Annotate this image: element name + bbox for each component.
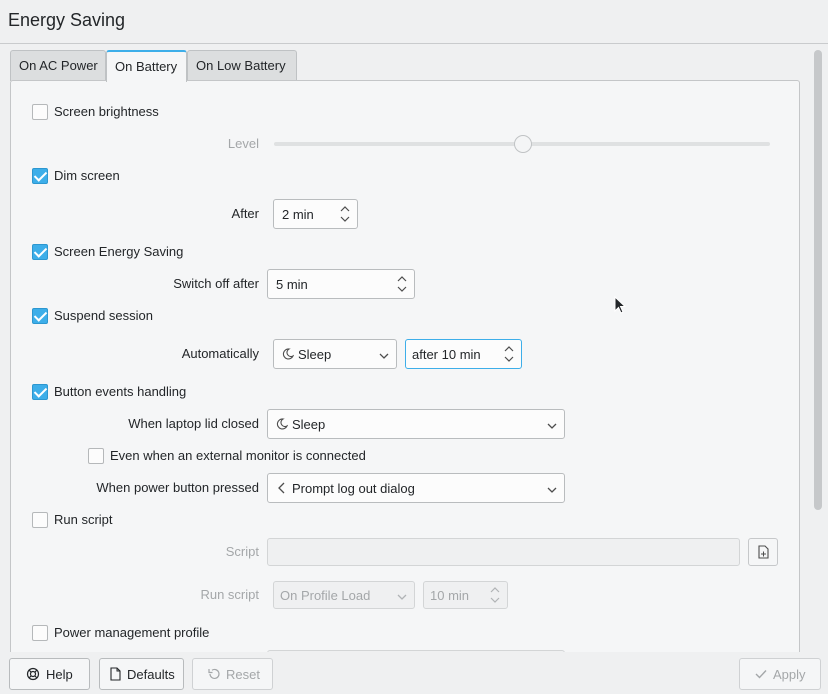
window-title: Energy Saving [8,10,126,30]
switch-off-spinbox[interactable]: 5 min [267,269,415,299]
checkmark-icon [754,667,768,681]
run-script-after-spinbox[interactable]: 10 min [423,581,508,609]
suspend-after-value: after 10 min [412,347,481,362]
sleep-icon [276,418,289,433]
screen-energy-saving-checkbox[interactable] [32,244,48,260]
defaults-button[interactable]: Defaults [99,658,184,690]
lid-closed-label: When laptop lid closed [128,416,259,431]
window-titlebar: Energy Saving [0,0,828,44]
screen-brightness-checkbox[interactable] [32,104,48,120]
suspend-action-combo[interactable]: Sleep [273,339,397,369]
help-button-label: Help [46,667,73,682]
button-events-label: Button events handling [54,384,187,399]
screen-brightness-label: Screen brightness [54,104,159,119]
dim-after-value: 2 min [282,207,314,222]
run-script-checkbox[interactable] [32,512,48,528]
sleep-icon [282,348,295,363]
apply-button[interactable]: Apply [739,658,821,690]
run-script-label: Run script [54,512,113,527]
tab-on-low-battery[interactable]: On Low Battery [187,50,297,81]
external-monitor-label: Even when an external monitor is connect… [110,448,366,463]
power-button-value: Prompt log out dialog [292,481,415,496]
script-path-input[interactable] [267,538,740,566]
suspend-session-label: Suspend session [54,308,154,323]
screen-energy-saving-label: Screen Energy Saving [54,244,184,259]
lid-closed-value: Sleep [292,417,326,432]
suspend-session-checkbox[interactable] [32,308,48,324]
undo-icon [207,667,221,681]
dim-after-label: After [231,206,259,221]
apply-button-label: Apply [773,667,806,682]
defaults-button-label: Defaults [127,667,175,682]
spin-arrows-icon[interactable] [503,344,515,364]
dim-after-spinbox[interactable]: 2 min [273,199,358,229]
vertical-scrollbar[interactable] [812,48,824,652]
open-file-button[interactable] [748,538,778,566]
tab-on-battery[interactable]: On Battery [106,50,187,82]
reset-button[interactable]: Reset [192,658,273,690]
automatically-label: Automatically [181,346,259,361]
power-button-label: When power button pressed [96,480,259,495]
suspend-after-spinbox[interactable]: after 10 min [405,339,522,369]
spin-arrows-icon[interactable] [489,585,501,605]
chevron-down-icon [378,349,390,364]
chevron-down-icon [546,419,558,434]
suspend-action-value: Sleep [298,347,332,362]
switch-off-label: Switch off after [173,276,259,291]
scrollbar-thumb[interactable] [814,50,822,510]
mouse-pointer-icon [614,295,627,319]
reset-button-label: Reset [226,667,260,682]
help-icon [26,667,40,681]
run-script-when-value: On Profile Load [280,588,371,603]
chevron-down-icon [396,590,408,605]
lid-closed-combo[interactable]: Sleep [267,409,565,439]
script-label: Script [225,544,259,559]
switch-off-value: 5 min [276,277,308,292]
power-button-combo[interactable]: Prompt log out dialog [267,473,565,503]
dim-screen-label: Dim screen [54,168,120,183]
button-events-checkbox[interactable] [32,384,48,400]
level-label: Level [227,136,259,151]
document-icon [108,667,122,681]
run-script-when-label: Run script [200,587,259,602]
tab-on-ac-power[interactable]: On AC Power [10,50,106,81]
chevron-down-icon [546,483,558,498]
run-script-when-combo[interactable]: On Profile Load [273,581,415,609]
file-icon [757,545,769,562]
dim-screen-checkbox[interactable] [32,168,48,184]
chevron-left-icon [276,482,288,497]
external-monitor-checkbox[interactable] [88,448,104,464]
brightness-slider-handle[interactable] [514,135,532,153]
power-profile-label: Power management profile [54,625,210,640]
help-button[interactable]: Help [9,658,90,690]
power-profile-checkbox[interactable] [32,625,48,641]
spin-arrows-icon[interactable] [339,204,351,224]
run-script-after-value: 10 min [430,588,470,603]
spin-arrows-icon[interactable] [396,274,408,294]
